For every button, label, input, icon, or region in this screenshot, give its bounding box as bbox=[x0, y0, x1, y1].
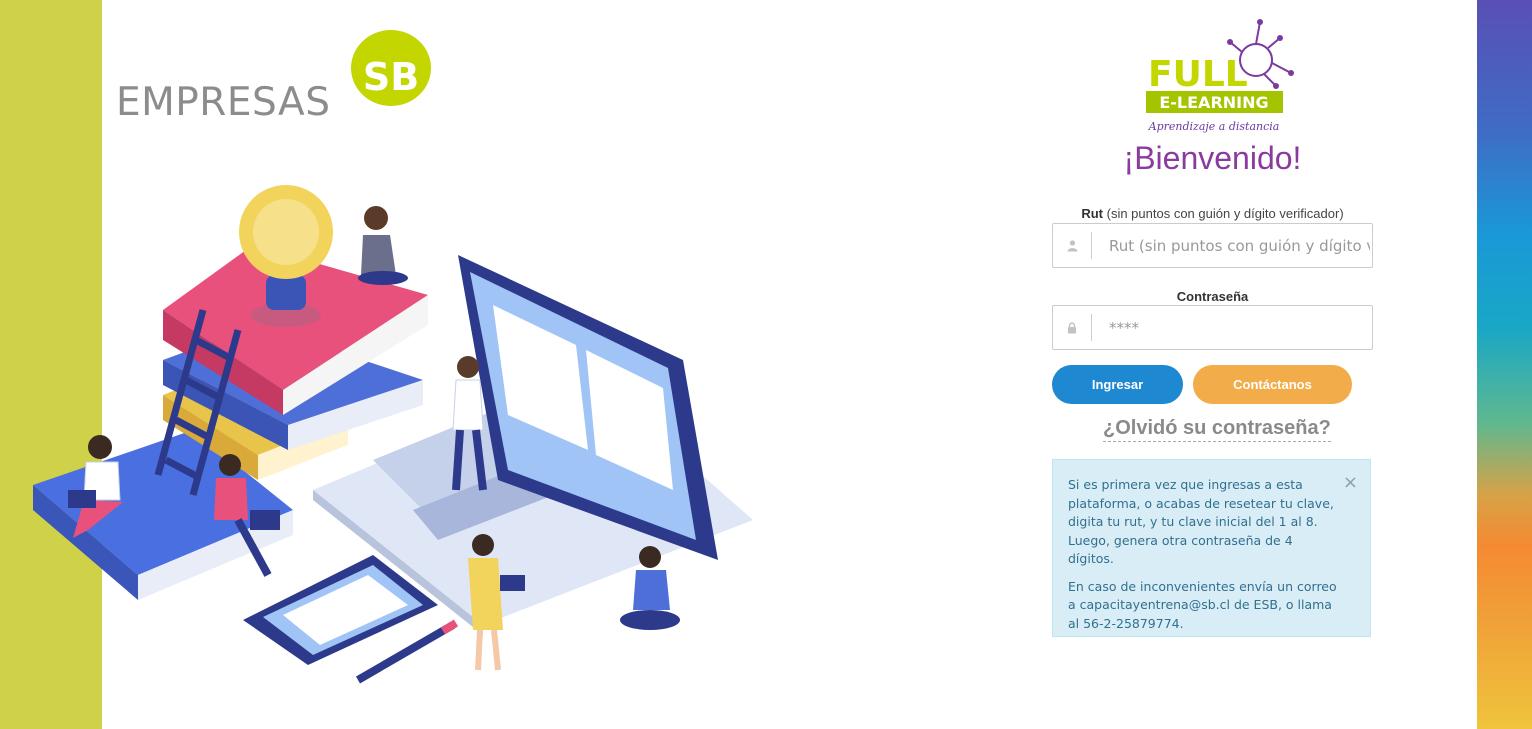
logo-elearning-text: E-LEARNING bbox=[1159, 93, 1268, 112]
password-input[interactable] bbox=[1092, 306, 1372, 349]
rut-label-bold: Rut bbox=[1081, 206, 1104, 221]
right-gradient-bar bbox=[1477, 0, 1532, 729]
user-icon bbox=[1053, 232, 1092, 259]
full-e-learning-logo: FULL E-LEARNING Aprendizaje a distancia bbox=[1146, 19, 1294, 133]
alert-paragraph-instructions: Si es primera vez que ingresas a esta pl… bbox=[1068, 477, 1334, 566]
password-label-text: Contraseña bbox=[1176, 289, 1249, 304]
close-icon[interactable]: × bbox=[1343, 474, 1358, 492]
forgot-password-link[interactable]: ¿Olvidó su contraseña? bbox=[1103, 417, 1331, 442]
password-label: Contraseña bbox=[1052, 289, 1373, 304]
contact-button[interactable]: Contáctanos bbox=[1193, 365, 1352, 404]
login-button[interactable]: Ingresar bbox=[1052, 365, 1183, 404]
logo-tagline: Aprendizaje a distancia bbox=[1148, 120, 1280, 133]
rut-input-group bbox=[1052, 223, 1373, 268]
lock-icon bbox=[1053, 314, 1092, 341]
logo-company-word: EMPRESAS bbox=[116, 80, 331, 125]
rut-label: Rut (sin puntos con guión y dígito verif… bbox=[1052, 206, 1373, 221]
alert-paragraph-contact: En caso de inconvenientes envía un corre… bbox=[1068, 578, 1337, 631]
person-on-books bbox=[358, 206, 408, 285]
rut-input[interactable] bbox=[1092, 224, 1372, 267]
e-learning-illustration bbox=[33, 185, 753, 684]
welcome-title: ¡Bienvenido! bbox=[1123, 140, 1302, 176]
rut-label-hint: (sin puntos con guión y dígito verificad… bbox=[1103, 206, 1344, 221]
info-alert: × Si es primera vez que ingresas a esta … bbox=[1052, 459, 1371, 637]
empresas-sb-logo: EMPRESAS SB bbox=[116, 28, 436, 128]
logo-sb-circle: SB bbox=[351, 30, 431, 106]
password-input-group bbox=[1052, 305, 1373, 350]
logo-full-text: FULL bbox=[1148, 54, 1248, 95]
